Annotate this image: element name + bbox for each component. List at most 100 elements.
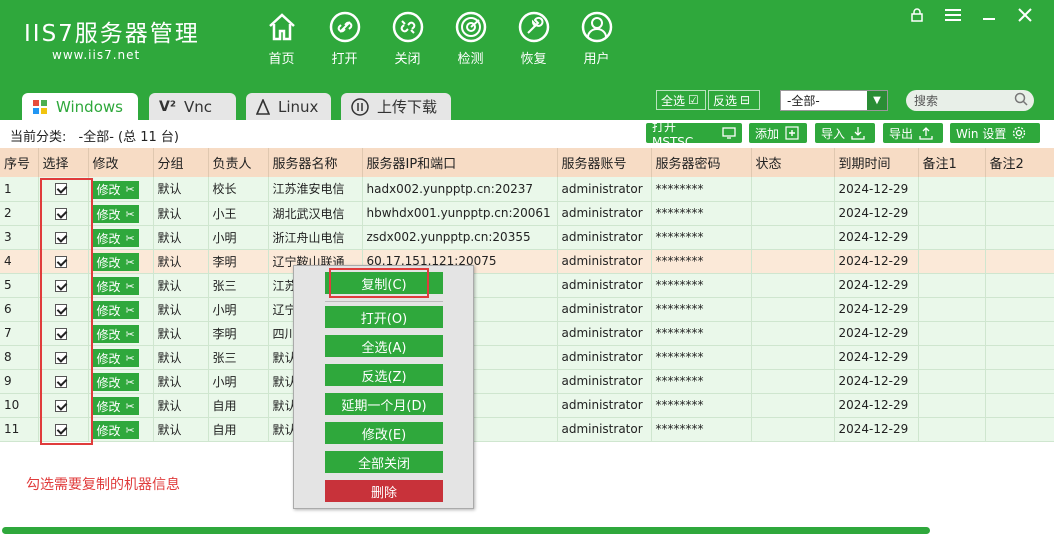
- table-row[interactable]: 4 修改 ✂ 默认 李明 辽宁鞍山联通 60.17.151.121:20075 adminis…: [0, 249, 1054, 274]
- scissors-icon: ✂: [125, 279, 135, 293]
- cell-owner: 校长: [208, 177, 269, 202]
- row-edit-button[interactable]: 修改 ✂: [92, 349, 139, 367]
- col-header[interactable]: 选择: [38, 148, 89, 177]
- row-edit-button[interactable]: 修改 ✂: [92, 229, 139, 247]
- search-icon[interactable]: [1014, 92, 1028, 109]
- cell-expire: 2024-12-29: [834, 225, 919, 250]
- lock-icon[interactable]: [908, 6, 926, 24]
- menu-delete[interactable]: 删除: [325, 480, 443, 502]
- tab-upload-label: 上传下载: [377, 98, 438, 116]
- col-header[interactable]: 服务器IP和端口: [362, 148, 558, 177]
- table-row[interactable]: 10 修改 ✂ 默认 自用 默认 administrator ******** 2024-12-…: [0, 393, 1054, 418]
- row-edit-button[interactable]: 修改 ✂: [92, 205, 139, 223]
- nav-check[interactable]: 检测: [439, 10, 502, 67]
- col-header[interactable]: 服务器密码: [651, 148, 752, 177]
- cell-note2: [985, 297, 1054, 322]
- table-row[interactable]: 6修改✂默认小明辽宁:20303administrator********202…: [0, 297, 1054, 322]
- invert-icon: ⊟: [740, 93, 751, 107]
- cell-note1: [918, 369, 986, 394]
- cell-edit: 修改 ✂: [88, 297, 154, 322]
- cell-name: 湖北武汉电信: [268, 201, 363, 226]
- cell-account: administrator: [557, 345, 652, 370]
- table-row[interactable]: 2 修改 ✂ 默认 小王 湖北武汉电信 hbwhdx001.yunpptp.cn:20061…: [0, 201, 1054, 226]
- edit-label: 修改: [96, 327, 121, 342]
- col-header[interactable]: 到期时间: [834, 148, 919, 177]
- menu-edit[interactable]: 修改(E): [325, 422, 443, 444]
- col-header[interactable]: 备注2: [985, 148, 1054, 177]
- row-edit-button[interactable]: 修改 ✂: [92, 301, 139, 319]
- chevron-down-icon[interactable]: ▼: [867, 91, 887, 110]
- col-header[interactable]: 序号: [0, 148, 39, 177]
- minimize-icon[interactable]: [980, 6, 998, 24]
- category-select[interactable]: -全部- ▼: [780, 90, 888, 111]
- cell-account: administrator: [557, 369, 652, 394]
- row-edit-button[interactable]: 修改 ✂: [92, 421, 139, 439]
- table-row[interactable]: 3 修改 ✂ 默认 小明 浙江舟山电信 zsdx002.yunpptp.cn:20355 ad…: [0, 225, 1054, 250]
- col-header[interactable]: 状态: [751, 148, 835, 177]
- tab-vnc[interactable]: V² Vnc: [149, 93, 236, 120]
- row-edit-button[interactable]: 修改 ✂: [92, 277, 139, 295]
- menu-select-all[interactable]: 全选(A): [325, 335, 443, 357]
- nav-user[interactable]: 用户: [565, 10, 628, 67]
- cell-group: 默认: [153, 201, 209, 226]
- import-button[interactable]: 导入: [815, 123, 875, 143]
- table-row[interactable]: 9 修改 ✂ 默认 小明 默认 administrator ******** 2024-12-2…: [0, 369, 1054, 394]
- nav-open-label: 打开: [331, 52, 358, 67]
- table-row[interactable]: 5修改✂默认张三江苏:20015administrator********202…: [0, 273, 1054, 298]
- invert-select-button[interactable]: 反选 ⊟: [708, 90, 760, 110]
- cell-group: 默认: [153, 297, 209, 322]
- search-input[interactable]: 搜索: [906, 90, 1034, 111]
- table-row[interactable]: 1 修改 ✂ 默认 校长 江苏淮安电信 hadx002.yunpptp.cn:20237 ad…: [0, 177, 1054, 202]
- cell-group: 默认: [153, 369, 209, 394]
- export-button[interactable]: 导出: [883, 123, 943, 143]
- nav-open[interactable]: 打开: [313, 10, 376, 67]
- cell-owner: 小王: [208, 201, 269, 226]
- main-nav: 首页 打开 关闭 检测 恢复 用户: [250, 10, 628, 67]
- edit-label: 修改: [96, 423, 121, 438]
- menu-open[interactable]: 打开(O): [325, 306, 443, 328]
- col-header[interactable]: 服务器名称: [268, 148, 363, 177]
- col-header[interactable]: 负责人: [208, 148, 269, 177]
- cell-password: ********: [651, 417, 752, 442]
- horizontal-scrollbar[interactable]: [2, 527, 930, 534]
- select-all-button[interactable]: 全选 ☑: [656, 90, 706, 110]
- scissors-icon: ✂: [125, 423, 135, 437]
- open-mstsc-button[interactable]: 打开MSTSC: [646, 120, 742, 149]
- nav-home[interactable]: 首页: [250, 10, 313, 67]
- menu-icon[interactable]: [944, 6, 962, 24]
- tab-linux[interactable]: Linux: [246, 93, 331, 120]
- cell-no: 10: [0, 393, 39, 418]
- close-icon[interactable]: [1016, 6, 1034, 24]
- win-settings-button[interactable]: Win 设置: [950, 123, 1040, 143]
- col-header[interactable]: 分组: [153, 148, 209, 177]
- nav-restore[interactable]: 恢复: [502, 10, 565, 67]
- nav-close[interactable]: 关闭: [376, 10, 439, 67]
- menu-invert[interactable]: 反选(Z): [325, 364, 443, 386]
- add-button[interactable]: 添加: [749, 123, 807, 143]
- scissors-icon: ✂: [125, 327, 135, 341]
- row-edit-button[interactable]: 修改 ✂: [92, 180, 139, 199]
- row-edit-button[interactable]: 修改 ✂: [92, 253, 139, 271]
- row-edit-button[interactable]: 修改 ✂: [92, 373, 139, 391]
- col-header[interactable]: 修改: [88, 148, 154, 177]
- row-edit-button[interactable]: 修改 ✂: [92, 325, 139, 343]
- tab-upload[interactable]: 上传下载: [341, 93, 451, 120]
- radar-icon: [454, 10, 488, 44]
- cell-group: 默认: [153, 345, 209, 370]
- cell-account: administrator: [557, 225, 652, 250]
- context-menu: 复制(C) 打开(O) 全选(A) 反选(Z) 延期一个月(D) 修改(E) 全…: [293, 265, 474, 509]
- tab-windows[interactable]: Windows: [22, 93, 138, 120]
- col-header[interactable]: 服务器账号: [557, 148, 652, 177]
- edit-label: 修改: [96, 207, 121, 222]
- cell-owner: 自用: [208, 417, 269, 442]
- cell-note1: [918, 225, 986, 250]
- menu-extend[interactable]: 延期一个月(D): [325, 393, 443, 415]
- table-row[interactable]: 11 修改 ✂ 默认 自用 默认 administrator ******** 2024-12-…: [0, 417, 1054, 442]
- table-row[interactable]: 7修改✂默认李明四川:20003administrator********202…: [0, 321, 1054, 346]
- col-header[interactable]: 备注1: [918, 148, 986, 177]
- cell-edit: 修改 ✂: [88, 345, 154, 370]
- table-row[interactable]: 8 修改 ✂ 默认 张三 默认 administrator ******** 2024-12-2…: [0, 345, 1054, 370]
- monitor-icon: [722, 127, 736, 139]
- row-edit-button[interactable]: 修改 ✂: [92, 397, 139, 415]
- menu-close-all[interactable]: 全部关闭: [325, 451, 443, 473]
